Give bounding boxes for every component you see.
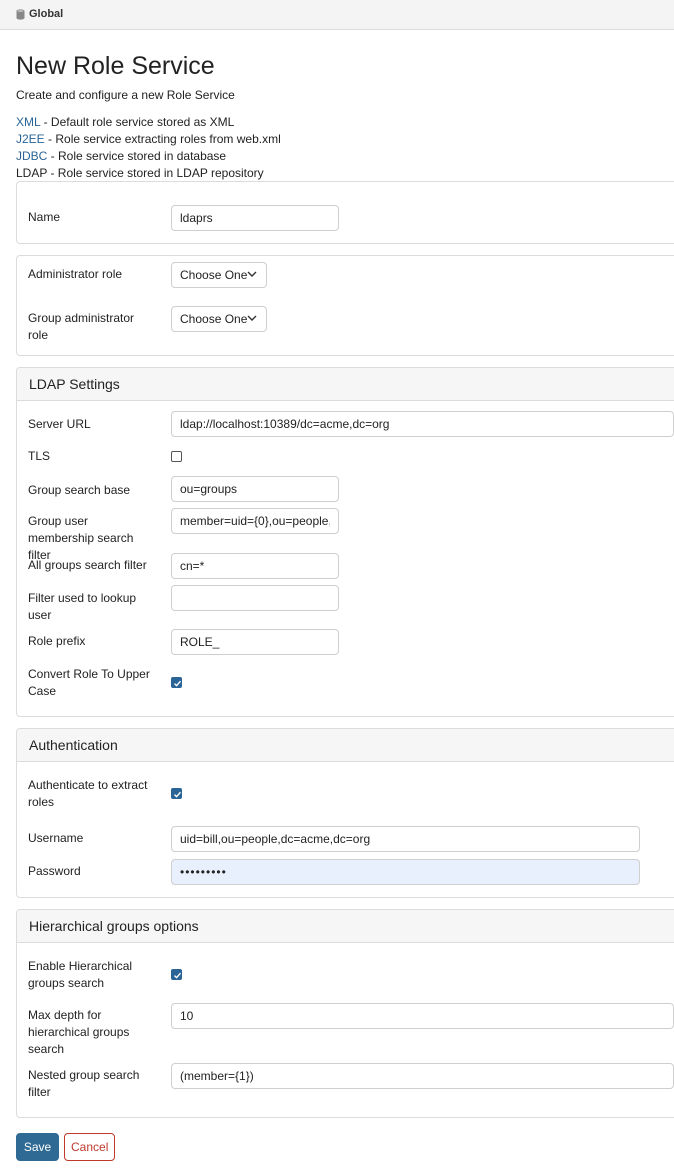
service-j2ee-desc: - Role service extracting roles from web…: [44, 132, 281, 146]
server-url-input[interactable]: [171, 411, 674, 437]
service-xml-desc: - Default role service stored as XML: [40, 115, 235, 129]
service-j2ee: J2EE - Role service extracting roles fro…: [16, 132, 281, 146]
max-depth-input[interactable]: [171, 1003, 674, 1029]
ldap-settings-header: LDAP Settings: [17, 368, 674, 401]
chevron-down-icon: [247, 315, 257, 321]
group-search-base-input[interactable]: [171, 476, 339, 502]
role-prefix-input[interactable]: [171, 629, 339, 655]
page-title: New Role Service: [16, 52, 215, 80]
all-groups-filter-input[interactable]: [171, 553, 339, 579]
ldap-settings-title: LDAP Settings: [29, 376, 120, 392]
service-xml-link[interactable]: XML: [16, 115, 40, 129]
authentication-title: Authentication: [29, 737, 118, 753]
password-input[interactable]: [171, 859, 640, 885]
service-jdbc-link[interactable]: JDBC: [16, 149, 47, 163]
top-bar: Global: [0, 0, 674, 30]
nested-filter-label: Nested group search filter: [28, 1068, 140, 1099]
hierarchical-groups-header: Hierarchical groups options: [17, 910, 674, 943]
service-ldap: LDAP - Role service stored in LDAP repos…: [16, 166, 264, 180]
admin-role-select[interactable]: Choose One: [171, 262, 267, 288]
workspace-label[interactable]: Global: [29, 8, 63, 20]
tls-checkbox[interactable]: [171, 451, 182, 462]
chevron-down-icon: [247, 271, 257, 277]
enable-hierarchical-checkbox[interactable]: [171, 969, 182, 980]
enable-hierarchical-label: Enable Hierarchical groups search: [28, 959, 133, 990]
membership-filter-input[interactable]: [171, 508, 339, 534]
username-label: Username: [28, 831, 84, 845]
password-label: Password: [28, 864, 81, 878]
nested-filter-input[interactable]: [171, 1063, 674, 1089]
convert-upper-label: Convert Role To Upper Case: [28, 667, 150, 698]
admin-role-label: Administrator role: [28, 267, 123, 281]
lookup-user-filter-input[interactable]: [171, 585, 339, 611]
group-admin-role-value: Choose One: [180, 312, 248, 326]
name-input[interactable]: [171, 205, 339, 231]
tls-label: TLS: [28, 449, 51, 463]
check-icon: [174, 791, 182, 798]
service-jdbc: JDBC - Role service stored in database: [16, 149, 226, 163]
page-subtitle: Create and configure a new Role Service: [16, 88, 235, 102]
save-button[interactable]: Save: [16, 1133, 59, 1161]
authentication-header: Authentication: [17, 729, 674, 762]
authenticate-checkbox[interactable]: [171, 788, 182, 799]
service-xml: XML - Default role service stored as XML: [16, 115, 234, 129]
convert-upper-checkbox[interactable]: [171, 677, 182, 688]
check-icon: [174, 680, 182, 687]
group-admin-role-select[interactable]: Choose One: [171, 306, 267, 332]
database-icon: [16, 9, 25, 20]
hierarchical-groups-title: Hierarchical groups options: [29, 918, 199, 934]
service-j2ee-link[interactable]: J2EE: [16, 132, 45, 146]
check-icon: [174, 972, 182, 979]
cancel-button[interactable]: Cancel: [64, 1133, 115, 1161]
service-ldap-desc: LDAP - Role service stored in LDAP repos…: [16, 166, 264, 180]
all-groups-filter-label: All groups search filter: [28, 558, 147, 572]
server-url-label: Server URL: [28, 417, 91, 431]
group-admin-role-label: Group administrator role: [28, 311, 135, 342]
authenticate-label: Authenticate to extract roles: [28, 778, 148, 809]
max-depth-label: Max depth for hierarchical groups search: [28, 1008, 130, 1056]
username-input[interactable]: [171, 826, 640, 852]
role-prefix-label: Role prefix: [28, 634, 86, 648]
admin-role-value: Choose One: [180, 268, 248, 282]
lookup-user-filter-label: Filter used to lookup user: [28, 591, 137, 622]
name-label: Name: [28, 210, 61, 224]
service-jdbc-desc: - Role service stored in database: [47, 149, 227, 163]
group-search-base-label: Group search base: [28, 483, 131, 497]
